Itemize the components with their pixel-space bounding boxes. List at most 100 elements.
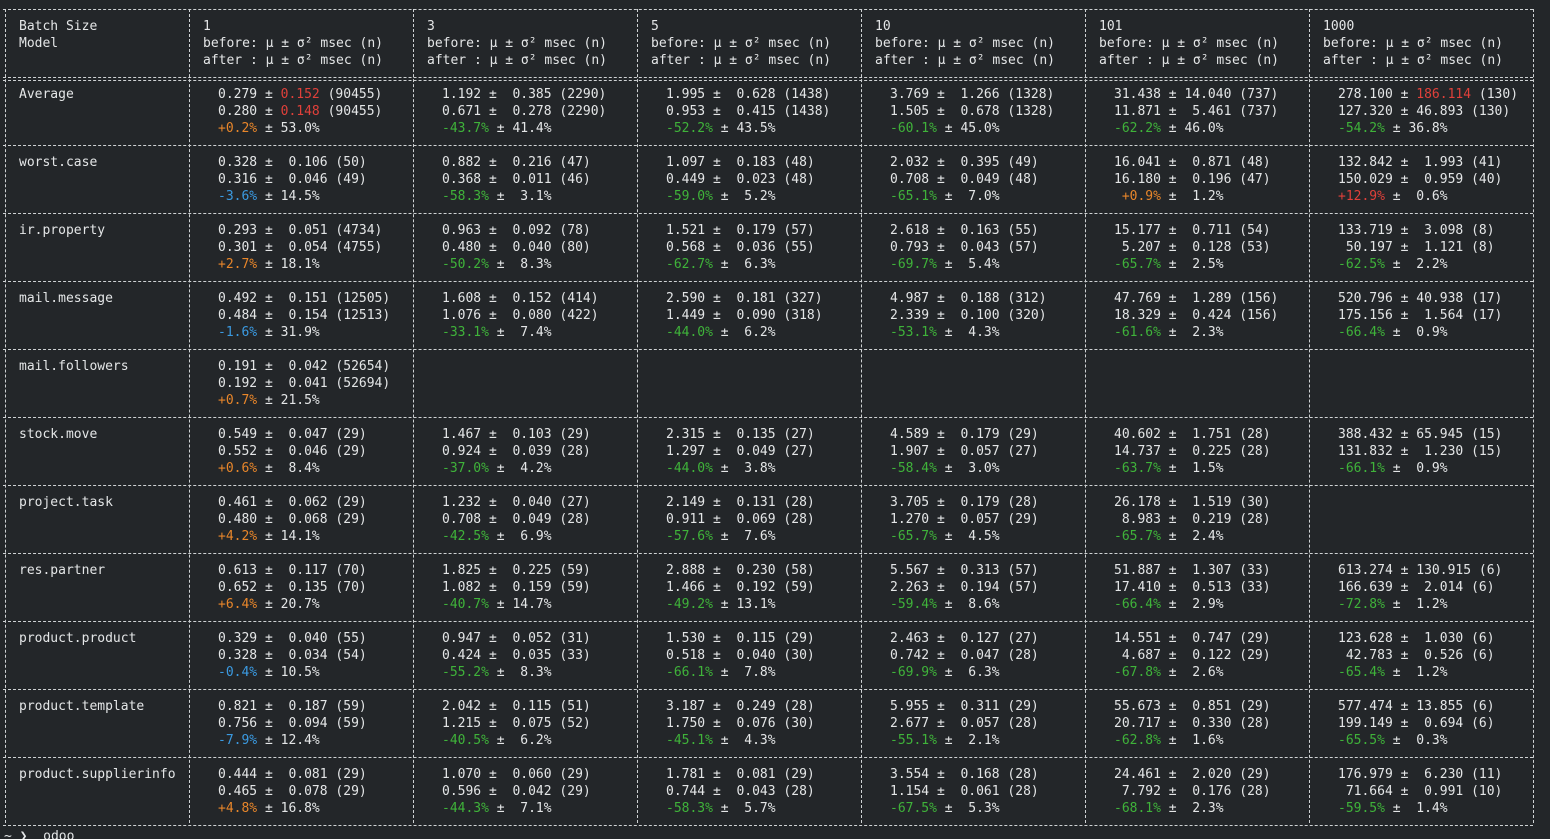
before-variance: 0.313 [952, 563, 1000, 578]
after-variance: 0.090 [728, 308, 776, 323]
before-count: (70) [327, 563, 367, 578]
before-variance: 6.230 [1416, 767, 1464, 782]
after-count: (27) [999, 444, 1039, 459]
after-count: (15) [1463, 444, 1503, 459]
plus-minus-sign: ± [488, 733, 505, 748]
before-mean: 1.232 ± [442, 495, 505, 510]
after-mean: 0.708 ± [890, 172, 953, 187]
after-count: (54) [327, 648, 367, 663]
after-mean: 0.480 ± [442, 240, 505, 255]
delta-line: +6.4% ± 20.7% [218, 596, 367, 613]
after-line: 1.297 ± 0.049 (27) [666, 443, 815, 460]
before-count: (11) [1463, 767, 1503, 782]
before-count: (737) [1231, 87, 1279, 102]
benchmark-cell: 31.438 ± 14.040 (737) 11.871 ± 5.461 (737… [1114, 86, 1278, 137]
before-line: 176.979 ± 6.230 (11) [1338, 766, 1502, 783]
variation-percent: 5.4% [952, 257, 1000, 272]
benchmark-cell: 388.432 ± 65.945 (15) 131.832 ± 1.230 (15… [1338, 426, 1502, 477]
column-separator [1533, 9, 1534, 823]
before-mean: 55.673 ± [1114, 699, 1185, 714]
variation-percent: 6.2% [504, 733, 552, 748]
benchmark-cell: 14.551 ± 0.747 (29) 4.687 ± 0.122 (29) -6… [1114, 630, 1271, 681]
benchmark-cell: 132.842 ± 1.993 (41) 150.029 ± 0.959 (40)… [1338, 154, 1502, 205]
before-mean: 2.888 ± [666, 563, 729, 578]
benchmark-cell: 40.602 ± 1.751 (28) 14.737 ± 0.225 (28) -6… [1114, 426, 1271, 477]
before-mean: 388.432 ± [1338, 427, 1417, 442]
before-line: 3.187 ± 0.249 (28) [666, 698, 815, 715]
row-separator [3, 349, 1533, 350]
benchmark-cell: 2.149 ± 0.131 (28) 0.911 ± 0.069 (28) -57.… [666, 494, 815, 545]
after-count: (28) [1231, 444, 1271, 459]
after-line: 16.180 ± 0.196 (47) [1114, 171, 1271, 188]
before-line: 1.995 ± 0.628 (1438) [666, 86, 830, 103]
before-mean: 5.567 ± [890, 563, 953, 578]
before-count: (15) [1463, 427, 1503, 442]
after-mean: 0.793 ± [890, 240, 953, 255]
after-variance: 0.094 [280, 716, 328, 731]
after-mean: 8.983 ± [1114, 512, 1185, 527]
after-line: 0.671 ± 0.278 (2290) [442, 103, 606, 120]
before-count: (12505) [327, 291, 391, 306]
after-line: 1.270 ± 0.057 (29) [890, 511, 1039, 528]
benchmark-cell: 0.461 ± 0.062 (29) 0.480 ± 0.068 (29) +4.2… [218, 494, 367, 545]
variation-percent: 7.1% [504, 801, 552, 816]
before-mean: 176.979 ± [1338, 767, 1417, 782]
before-line: 4.987 ± 0.188 (312) [890, 290, 1047, 307]
delta-percent: -55.2% [442, 665, 489, 680]
delta-line: -49.2% ± 13.1% [666, 596, 815, 613]
after-variance: 0.694 [1416, 716, 1464, 731]
before-count: (47) [551, 155, 591, 170]
before-variance: 0.163 [952, 223, 1000, 238]
delta-line: -37.0% ± 4.2% [442, 460, 591, 477]
benchmark-cell: 24.461 ± 2.020 (29) 7.792 ± 0.176 (28) -6… [1114, 766, 1271, 817]
after-line: 1.907 ± 0.057 (27) [890, 443, 1039, 460]
after-variance: 0.057 [952, 716, 1000, 731]
before-count: (29) [1231, 631, 1271, 646]
plus-minus-sign: ± [488, 257, 505, 272]
delta-line: -59.0% ± 5.2% [666, 188, 815, 205]
after-variance: 1.230 [1416, 444, 1464, 459]
variation-percent: 21.5% [272, 393, 320, 408]
delta-line: -44.0% ± 6.2% [666, 324, 823, 341]
row-separator [3, 553, 1533, 554]
delta-line: -1.6% ± 31.9% [218, 324, 390, 341]
plus-minus-sign: ± [936, 801, 953, 816]
delta-line: -66.1% ± 0.9% [1338, 460, 1502, 477]
before-line: 0.293 ± 0.051 (4734) [218, 222, 382, 239]
after-variance: 46.893 [1416, 104, 1464, 119]
plus-minus-sign: ± [257, 257, 273, 272]
before-mean: 2.618 ± [890, 223, 953, 238]
batch-size-value: 5 [651, 19, 659, 34]
plus-minus-sign: ± [936, 325, 953, 340]
variation-percent: 2.5% [1176, 257, 1224, 272]
before-variance: 0.249 [728, 699, 776, 714]
delta-line: +4.2% ± 14.1% [218, 528, 367, 545]
before-line: 5.567 ± 0.313 (57) [890, 562, 1039, 579]
before-mean: 577.474 ± [1338, 699, 1417, 714]
after-line: 1.505 ± 0.678 (1328) [890, 103, 1054, 120]
before-line: 55.673 ± 0.851 (29) [1114, 698, 1271, 715]
before-mean: 132.842 ± [1338, 155, 1417, 170]
benchmark-cell: 0.492 ± 0.151 (12505) 0.484 ± 0.154 (1251… [218, 290, 390, 341]
before-count: (52654) [327, 359, 391, 374]
variation-percent: 8.4% [272, 461, 320, 476]
model-name: Average [19, 87, 74, 102]
column-separator [189, 9, 190, 823]
after-count: (46) [551, 172, 591, 187]
after-mean: 0.568 ± [666, 240, 729, 255]
row-separator [3, 145, 1533, 146]
after-count: (29) [1231, 648, 1271, 663]
before-line: 2.042 ± 0.115 (51) [442, 698, 591, 715]
before-count: (156) [1231, 291, 1279, 306]
after-variance: 1.564 [1416, 308, 1464, 323]
benchmark-cell: 2.032 ± 0.395 (49) 0.708 ± 0.049 (48) -65.… [890, 154, 1039, 205]
delta-percent: -53.1% [890, 325, 937, 340]
before-variance: 0.103 [504, 427, 552, 442]
benchmark-cell: 1.825 ± 0.225 (59) 1.082 ± 0.159 (59) -40.… [442, 562, 591, 613]
benchmark-cell: 2.590 ± 0.181 (327) 1.449 ± 0.090 (318) -4… [666, 290, 823, 341]
plus-minus-sign: ± [488, 189, 505, 204]
before-count: (6) [1463, 699, 1495, 714]
delta-percent: -62.2% [1114, 121, 1161, 136]
after-mean: 5.207 ± [1114, 240, 1185, 255]
benchmark-cell: 55.673 ± 0.851 (29) 20.717 ± 0.330 (28) -6… [1114, 698, 1271, 749]
